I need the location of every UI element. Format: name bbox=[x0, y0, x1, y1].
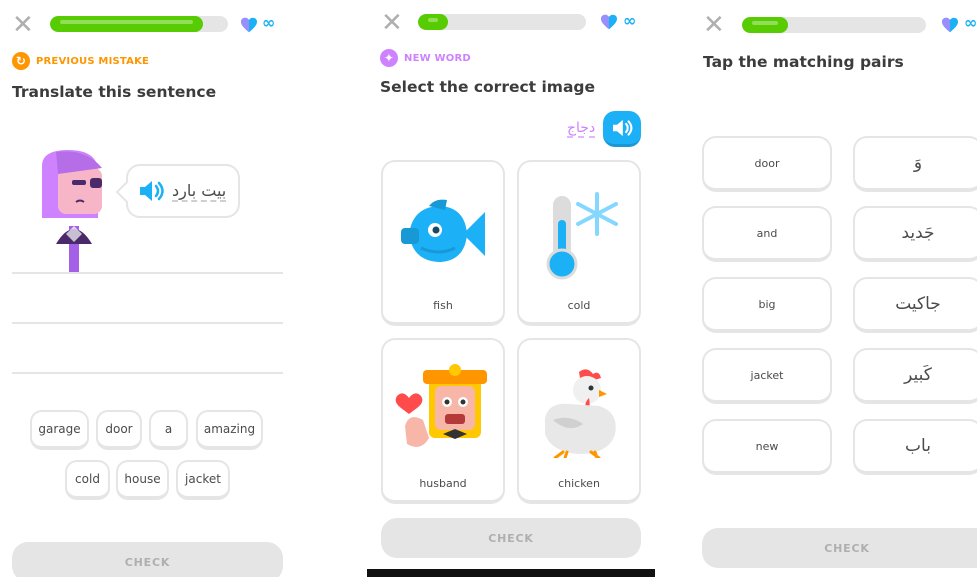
card-label: husband bbox=[419, 477, 467, 490]
check-button[interactable]: CHECK bbox=[12, 542, 283, 577]
check-button[interactable]: CHECK bbox=[381, 518, 641, 558]
heart-icon bbox=[601, 14, 617, 30]
fish-icon bbox=[401, 199, 485, 262]
progress-bar bbox=[50, 16, 228, 32]
translate-sentence-screen: ✕ ∞ ↻ PREVIOUS MISTAKE Translate this se… bbox=[0, 0, 295, 577]
progress-bar bbox=[742, 17, 926, 33]
word-chip-house[interactable]: house bbox=[116, 460, 169, 500]
word-chip-a[interactable]: a bbox=[149, 410, 188, 450]
word-chip-garage[interactable]: garage bbox=[30, 410, 89, 450]
close-icon[interactable]: ✕ bbox=[12, 12, 34, 38]
card-label: fish bbox=[433, 299, 453, 312]
pair-right-bab[interactable]: باب bbox=[853, 419, 977, 475]
prompt-sentence[interactable]: بيت بارد bbox=[172, 181, 227, 202]
lily-character-icon bbox=[42, 150, 102, 274]
image-card-fish[interactable]: fish bbox=[381, 160, 505, 326]
answer-line bbox=[12, 322, 283, 324]
pair-left-big[interactable]: big bbox=[702, 277, 832, 333]
heart-icon bbox=[241, 17, 257, 33]
pair-right-kabir[interactable]: كَبير bbox=[853, 348, 977, 404]
page-title: Tap the matching pairs bbox=[703, 53, 904, 71]
progress-fill bbox=[418, 14, 449, 30]
infinite-hearts-label: ∞ bbox=[964, 13, 977, 32]
chicken-icon bbox=[545, 369, 616, 458]
word-chip-jacket[interactable]: jacket bbox=[176, 460, 230, 500]
speaker-icon bbox=[613, 119, 633, 136]
sparkle-icon: ✦ bbox=[380, 49, 398, 67]
thermometer-snowflake-icon bbox=[546, 192, 618, 280]
bottom-bar bbox=[367, 569, 655, 577]
word-chip-amazing[interactable]: amazing bbox=[196, 410, 263, 450]
image-card-cold[interactable]: cold bbox=[517, 160, 641, 326]
card-label: chicken bbox=[558, 477, 600, 490]
pair-right-jakit[interactable]: جاكيت bbox=[853, 277, 977, 333]
progress-bar bbox=[418, 14, 586, 30]
tag-label: NEW WORD bbox=[404, 52, 471, 64]
pair-left-jacket[interactable]: jacket bbox=[702, 348, 832, 404]
select-image-screen: ✕ ∞ ✦ NEW WORD Select the correct image … bbox=[367, 0, 655, 577]
check-button[interactable]: CHECK bbox=[702, 528, 977, 568]
page-title: Select the correct image bbox=[380, 78, 596, 96]
pair-right-wa[interactable]: وَ bbox=[853, 136, 977, 192]
answer-line bbox=[12, 372, 283, 374]
close-icon[interactable]: ✕ bbox=[703, 12, 725, 38]
card-label: cold bbox=[567, 299, 591, 312]
pair-left-and[interactable]: and bbox=[702, 206, 832, 262]
progress-fill bbox=[50, 16, 204, 32]
matching-pairs-screen: ✕ ∞ Tap the matching pairs door and big … bbox=[697, 0, 977, 577]
tag-label: PREVIOUS MISTAKE bbox=[36, 55, 150, 67]
husband-character-icon bbox=[395, 364, 487, 447]
progress-fill bbox=[742, 17, 788, 33]
page-title: Translate this sentence bbox=[12, 83, 217, 101]
new-word-text[interactable]: دجاج bbox=[567, 120, 596, 138]
word-chip-door[interactable]: door bbox=[96, 410, 142, 450]
play-audio-button[interactable] bbox=[603, 111, 641, 147]
heart-icon bbox=[942, 17, 958, 33]
image-card-chicken[interactable]: chicken bbox=[517, 338, 641, 504]
pair-right-jadid[interactable]: جَديد bbox=[853, 206, 977, 262]
image-card-husband[interactable]: husband bbox=[381, 338, 505, 504]
speaker-icon[interactable] bbox=[138, 180, 164, 202]
speech-bubble[interactable]: بيت بارد bbox=[126, 164, 240, 218]
close-icon[interactable]: ✕ bbox=[381, 10, 403, 36]
previous-mistake-tag: ↻ PREVIOUS MISTAKE bbox=[12, 52, 149, 70]
word-chip-cold[interactable]: cold bbox=[65, 460, 110, 500]
infinite-hearts-label: ∞ bbox=[623, 11, 637, 30]
pair-left-door[interactable]: door bbox=[702, 136, 832, 192]
answer-line bbox=[12, 272, 283, 274]
refresh-icon: ↻ bbox=[12, 52, 30, 70]
infinite-hearts-label: ∞ bbox=[262, 13, 276, 32]
pair-left-new[interactable]: new bbox=[702, 419, 832, 475]
new-word-tag: ✦ NEW WORD bbox=[380, 49, 471, 67]
